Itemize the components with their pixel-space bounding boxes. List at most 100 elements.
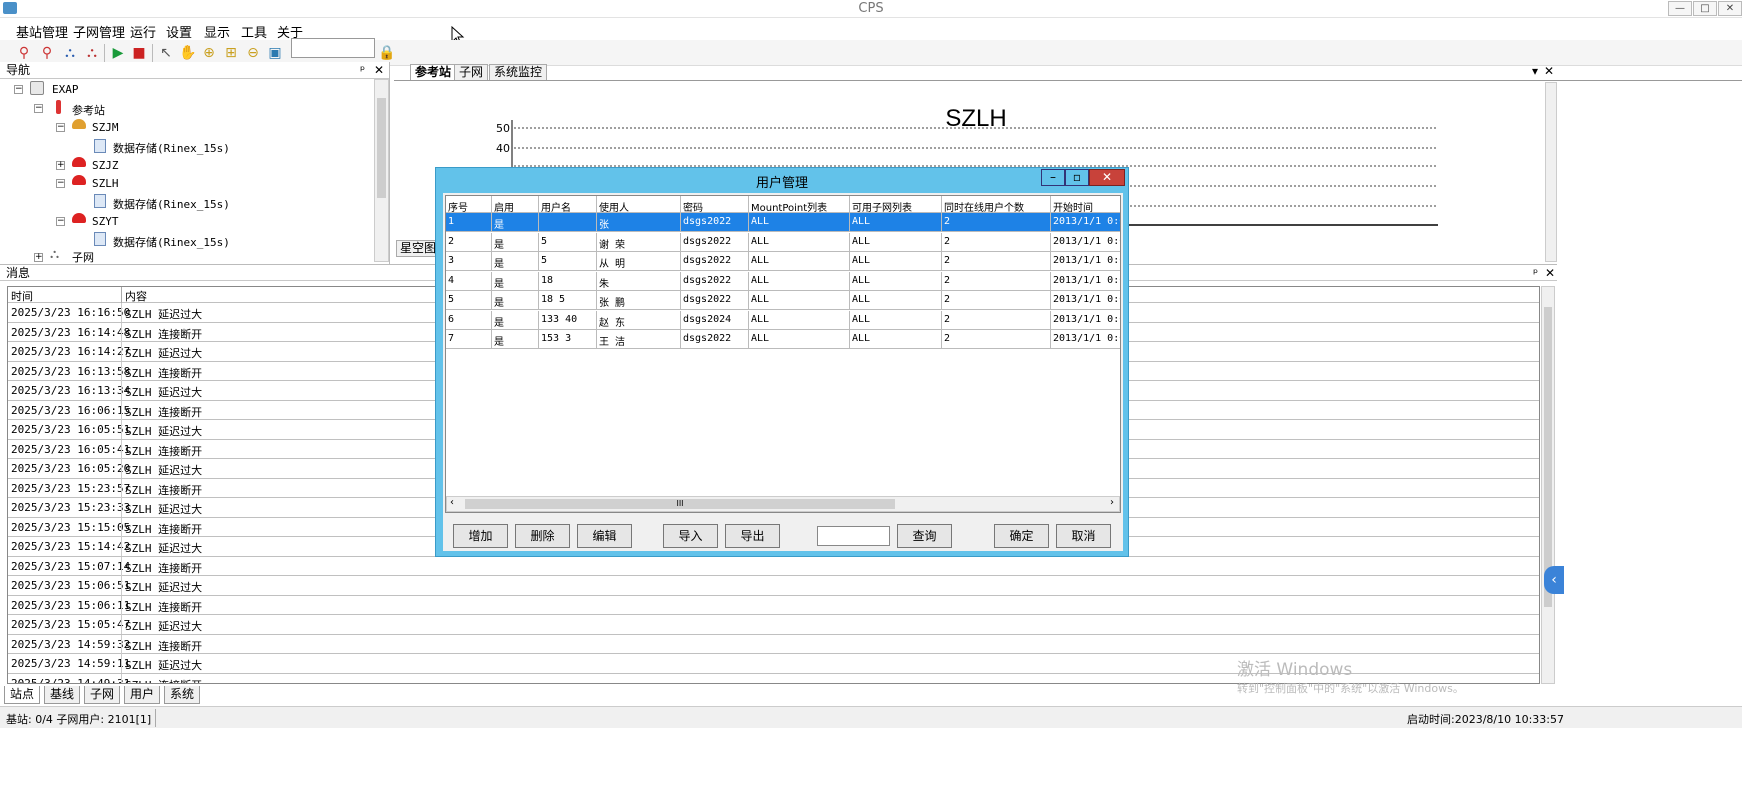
user-row[interactable]: 3是5从 明dsgs2022ALLALL22013/1/1 0:00: (446, 252, 1120, 271)
tree-collapse-toggle[interactable]: − (34, 104, 43, 113)
column-header-content[interactable]: 内容 (125, 288, 147, 304)
query-button[interactable]: 查询 (897, 524, 952, 548)
tree-collapse-toggle[interactable]: − (56, 179, 65, 188)
y-tick-label: 50 (496, 122, 510, 135)
pan-hand-icon[interactable]: ✋ (178, 43, 198, 63)
menu-station-management[interactable]: 基站管理 (16, 22, 68, 41)
tree-collapse-toggle[interactable]: − (56, 217, 65, 226)
import-button[interactable]: 导入 (663, 524, 718, 548)
user-row[interactable]: 2是5谢 荣dsgs2022ALLALL22013/1/1 0:00: (446, 232, 1120, 252)
messages-pin-icon[interactable]: ᵖ (1533, 265, 1538, 281)
zoom-window-icon[interactable]: ⊞ (221, 43, 241, 63)
dialog-minimize-button[interactable]: – (1041, 169, 1065, 186)
dialog-close-button[interactable]: ✕ (1089, 169, 1125, 186)
tree-reference-label[interactable]: 参考站 (72, 102, 105, 118)
message-content: SZLH 连接断开 (125, 600, 203, 614)
stop-icon[interactable]: ■ (129, 43, 149, 63)
tree-storage-label[interactable]: 数据存储(Rinex_15s) (113, 140, 230, 156)
message-time: 2025/3/23 16:06:15 (11, 403, 131, 417)
message-time: 2025/3/23 14:49:31 (11, 676, 131, 684)
tree-expand-toggle[interactable]: + (56, 161, 65, 170)
user-row[interactable]: 1是张dsgs2022ALLALL22013/1/1 0:00: (446, 213, 1120, 232)
full-extent-icon[interactable]: ▣ (265, 43, 285, 63)
export-button[interactable]: 导出 (725, 524, 780, 548)
menu-tools[interactable]: 工具 (241, 22, 267, 41)
tree-storage-label[interactable]: 数据存储(Rinex_15s) (113, 234, 230, 250)
zoom-in-icon[interactable]: ⊕ (199, 43, 219, 63)
scroll-left-icon[interactable]: ‹ (450, 497, 454, 508)
user-row[interactable]: 5是18 5张 鹏dsgs2022ALLALL22013/1/1 0:00: (446, 291, 1120, 310)
chart-scrollbar[interactable] (1545, 82, 1557, 262)
menu-run[interactable]: 运行 (130, 22, 156, 41)
menu-settings[interactable]: 设置 (166, 22, 192, 41)
ok-button[interactable]: 确定 (994, 524, 1049, 548)
tree-storage-label[interactable]: 数据存储(Rinex_15s) (113, 196, 230, 212)
tab-users[interactable]: 用户 (124, 686, 161, 704)
toolbar-search-input[interactable] (291, 38, 375, 58)
add-subnet-icon[interactable]: ⛬ (60, 43, 80, 63)
scroll-right-icon[interactable]: › (1110, 497, 1114, 508)
user-grid-hscrollbar[interactable]: ‹ III › (446, 496, 1120, 512)
messages-scrollbar[interactable] (1541, 286, 1555, 684)
message-row[interactable]: 2025/3/23 15:05:47 SZLH 延迟过大 (8, 615, 1539, 635)
message-time: 2025/3/23 15:05:47 (11, 618, 131, 631)
tree-subnet-label[interactable]: 子网 (72, 249, 94, 265)
tree-root-label[interactable]: EXAP (52, 83, 79, 96)
tab-subnets[interactable]: 子网 (84, 686, 121, 704)
dialog-search-input[interactable] (817, 526, 890, 546)
pin-icon[interactable]: ᵖ (360, 62, 365, 78)
tree-collapse-toggle[interactable]: − (56, 123, 65, 132)
minimize-button[interactable]: — (1668, 1, 1692, 16)
tree-collapse-toggle[interactable]: − (14, 85, 23, 94)
add-button[interactable]: 增加 (453, 524, 508, 548)
message-time: 2025/3/23 16:13:34 (11, 384, 131, 397)
menu-display[interactable]: 显示 (204, 22, 230, 41)
user-row[interactable]: 4是18朱dsgs2022ALLALL22013/1/1 0:00: (446, 271, 1120, 291)
close-button[interactable]: ✕ (1718, 1, 1742, 16)
user-row[interactable]: 7是153 3王 洁dsgs2022ALLALL22013/1/1 0:00: (446, 330, 1120, 349)
side-collapse-icon[interactable]: ‹ (1544, 566, 1564, 594)
menu-subnet-management[interactable]: 子网管理 (73, 22, 125, 41)
tree-expand-toggle[interactable]: + (34, 253, 43, 262)
tab-close-icon[interactable]: ✕ (1540, 64, 1558, 80)
maximize-button[interactable]: □ (1693, 1, 1717, 16)
user-password: dsgs2022 (681, 213, 749, 232)
tab-star-chart[interactable]: 星空图 (396, 240, 441, 257)
tree-station-label[interactable]: SZYT (92, 215, 119, 228)
scroll-thumb[interactable]: III (465, 499, 895, 509)
tree-station-label[interactable]: SZJZ (92, 159, 119, 172)
tree-station-label[interactable]: SZJM (92, 121, 119, 134)
zoom-out-icon[interactable]: ⊖ (243, 43, 263, 63)
tab-system-monitor[interactable]: 系统监控 (489, 64, 548, 80)
tab-subnet[interactable]: 子网 (454, 64, 489, 80)
add-station-icon[interactable]: ⚲ (14, 43, 34, 63)
remove-station-icon[interactable]: ⚲ (37, 43, 57, 63)
y-tick-label: 40 (496, 142, 510, 155)
message-row[interactable]: 2025/3/23 15:07:14 SZLH 连接断开 (8, 556, 1539, 576)
tab-system[interactable]: 系统 (164, 686, 201, 704)
nav-tree: − EXAP − 参考站 − SZJM 数据存储(Rinex_15s) + SZ… (0, 79, 374, 265)
edit-button[interactable]: 编辑 (577, 524, 632, 548)
message-content: SZLH 延迟过大 (125, 464, 203, 477)
messages-close-icon[interactable]: ✕ (1545, 265, 1555, 281)
user-row[interactable]: 6是133 40赵 东dsgs2024ALLALL22013/1/1 0:00: (446, 310, 1120, 330)
message-row[interactable]: 2025/3/23 15:06:11 SZLH 连接断开 (8, 595, 1539, 615)
user-name: 从 明 (597, 252, 681, 271)
nav-scrollbar[interactable] (374, 79, 389, 262)
tab-reference-station[interactable]: 参考站 (410, 64, 457, 80)
pointer-icon[interactable]: ↖ (156, 43, 176, 63)
tab-baselines[interactable]: 基线 (44, 686, 81, 704)
dialog-maximize-button[interactable]: ▫ (1065, 169, 1089, 186)
remove-subnet-icon[interactable]: ⛬ (82, 43, 102, 63)
lock-icon[interactable]: 🔒 (377, 43, 397, 63)
message-row[interactable]: 2025/3/23 14:59:32 SZLH 连接断开 (8, 634, 1539, 654)
tree-station-label[interactable]: SZLH (92, 177, 119, 190)
start-icon[interactable]: ▶ (108, 43, 128, 63)
delete-button[interactable]: 删除 (515, 524, 570, 548)
message-row[interactable]: 2025/3/23 15:06:51 SZLH 延迟过大 (8, 576, 1539, 596)
column-header-time[interactable]: 时间 (11, 288, 33, 304)
tab-stations[interactable]: 站点 (4, 686, 41, 704)
message-time: 2025/3/23 15:23:57 (11, 481, 131, 495)
cancel-button[interactable]: 取消 (1056, 524, 1111, 548)
nav-close-icon[interactable]: ✕ (374, 62, 384, 78)
